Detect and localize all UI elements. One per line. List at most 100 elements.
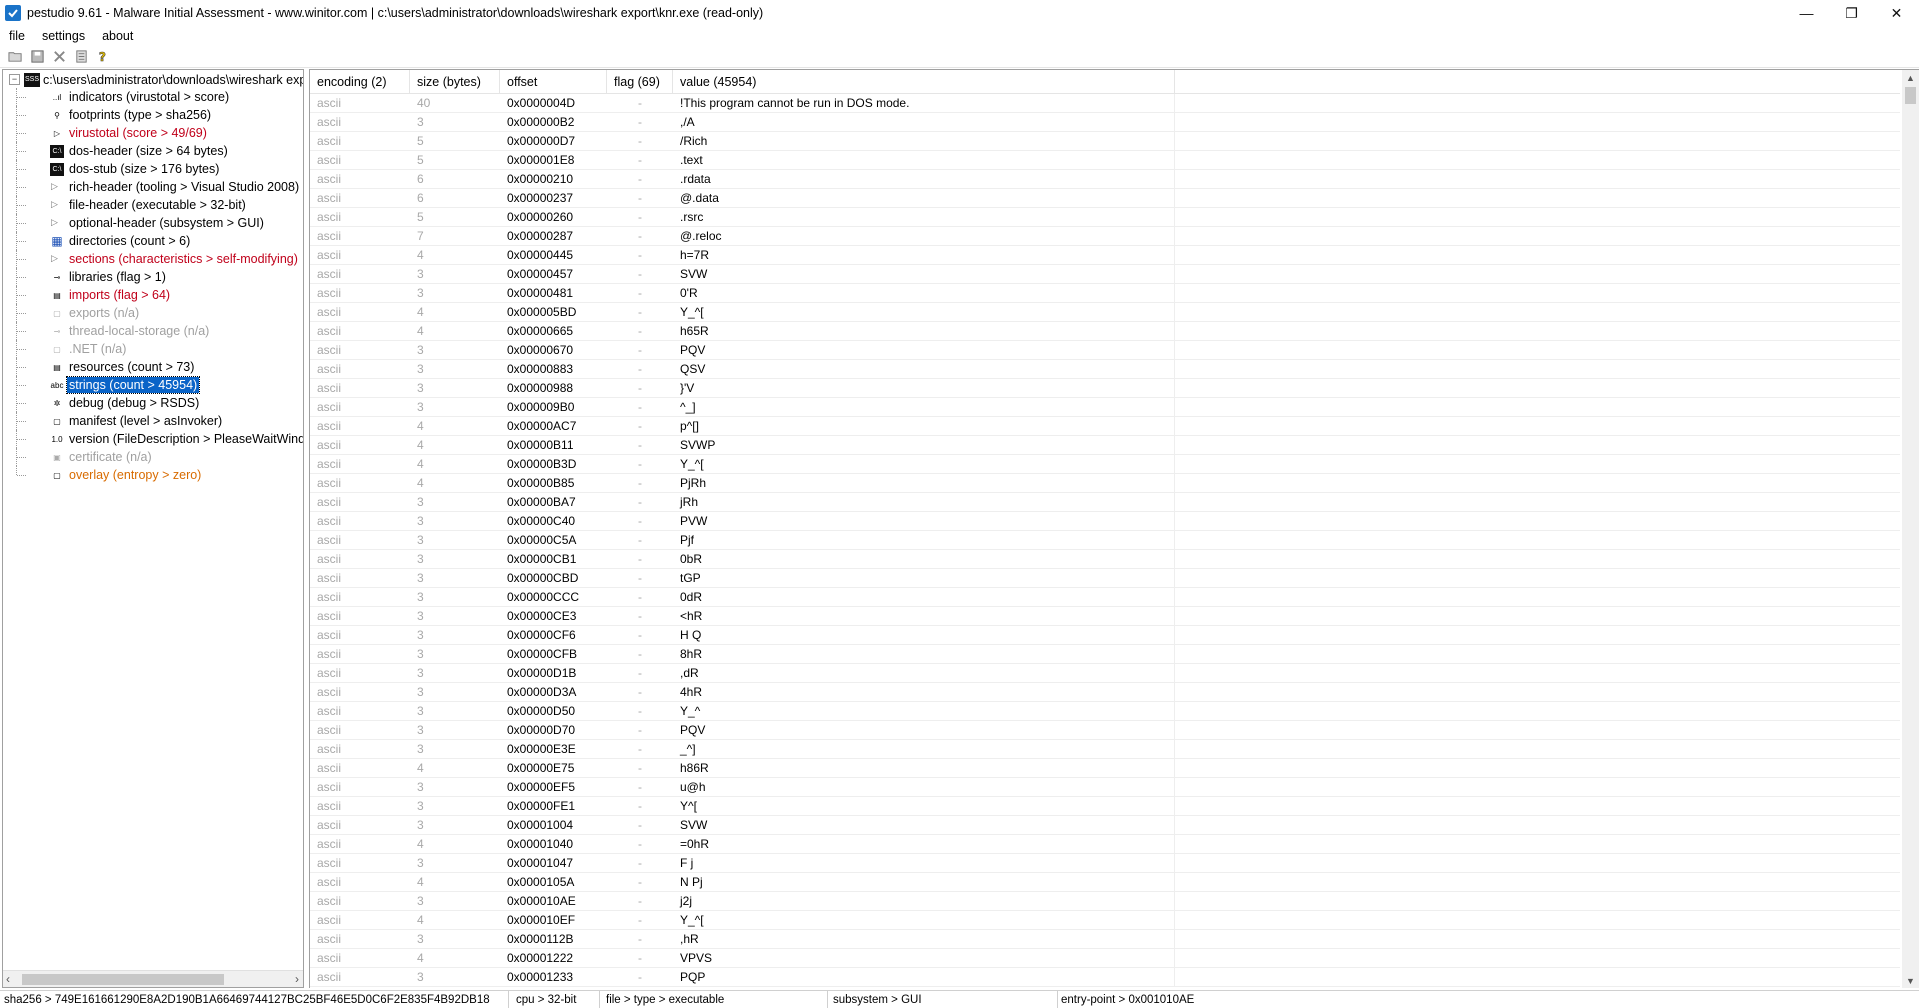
table-row[interactable]: ascii 3 0x00000670 - PQV bbox=[310, 341, 1900, 360]
scroll-left-icon[interactable]: ‹ bbox=[6, 972, 10, 986]
table-row[interactable]: ascii 3 0x00000CE3 - <hR bbox=[310, 607, 1900, 626]
scroll-up-icon[interactable]: ▲ bbox=[1906, 73, 1915, 83]
tree-item[interactable]: ⊸ libraries (flag > 1) bbox=[3, 268, 303, 286]
menu-settings[interactable]: settings bbox=[33, 29, 93, 43]
tree-root[interactable]: − SSS c:\users\administrator\downloads\w… bbox=[9, 71, 303, 88]
column-header-flag[interactable]: flag (69) bbox=[607, 70, 673, 94]
tree-item[interactable]: ▤ resources (count > 73) bbox=[3, 358, 303, 376]
table-row[interactable]: ascii 3 0x00001233 - PQP bbox=[310, 968, 1900, 987]
tree-item[interactable]: ▢ overlay (entropy > zero) bbox=[3, 466, 303, 484]
tree-item[interactable]: ▷ optional-header (subsystem > GUI) bbox=[3, 214, 303, 232]
table-row[interactable]: ascii 4 0x000010EF - Y_^[ bbox=[310, 911, 1900, 930]
table-row[interactable]: ascii 5 0x000001E8 - .text bbox=[310, 151, 1900, 170]
table-row[interactable]: ascii 3 0x00000457 - SVW bbox=[310, 265, 1900, 284]
tree-horizontal-scrollbar[interactable]: ‹ › bbox=[3, 970, 303, 987]
table-row[interactable]: ascii 3 0x00000E3E - _^] bbox=[310, 740, 1900, 759]
column-header-offset[interactable]: offset bbox=[500, 70, 607, 94]
table-row[interactable]: ascii 4 0x00001040 - =0hR bbox=[310, 835, 1900, 854]
tree-item[interactable]: ⚲ footprints (type > sha256) bbox=[3, 106, 303, 124]
table-row[interactable]: ascii 5 0x000000D7 - /Rich bbox=[310, 132, 1900, 151]
scroll-down-icon[interactable]: ▼ bbox=[1906, 976, 1915, 986]
table-row[interactable]: ascii 3 0x00000CBD - tGP bbox=[310, 569, 1900, 588]
table-row[interactable]: ascii 3 0x00000D70 - PQV bbox=[310, 721, 1900, 740]
tree-item[interactable]: ▢ manifest (level > asInvoker) bbox=[3, 412, 303, 430]
table-vertical-scrollbar[interactable]: ▲ ▼ bbox=[1902, 70, 1919, 988]
tree-item[interactable]: ▤ imports (flag > 64) bbox=[3, 286, 303, 304]
table-row[interactable]: ascii 5 0x00000260 - .rsrc bbox=[310, 208, 1900, 227]
help-icon[interactable]: ? bbox=[92, 47, 114, 67]
close-file-icon[interactable] bbox=[48, 47, 70, 67]
table-row[interactable]: ascii 3 0x00000CF6 - H Q bbox=[310, 626, 1900, 645]
tree-item[interactable]: 1.0 version (FileDescription > PleaseWait… bbox=[3, 430, 303, 448]
table-row[interactable]: ascii 3 0x00000CB1 - 0bR bbox=[310, 550, 1900, 569]
menu-file[interactable]: file bbox=[0, 29, 33, 43]
tree-item[interactable]: C:\ dos-stub (size > 176 bytes) bbox=[3, 160, 303, 178]
column-header-encoding[interactable]: encoding (2) bbox=[310, 70, 410, 94]
table-row[interactable]: ascii 6 0x00000210 - .rdata bbox=[310, 170, 1900, 189]
open-icon[interactable] bbox=[4, 47, 26, 67]
table-row[interactable]: ascii 3 0x00000481 - 0'R bbox=[310, 284, 1900, 303]
table-row[interactable]: ascii 3 0x000010AE - j2j bbox=[310, 892, 1900, 911]
table-row[interactable]: ascii 3 0x00001004 - SVW bbox=[310, 816, 1900, 835]
table-row[interactable]: ascii 3 0x00000D3A - 4hR bbox=[310, 683, 1900, 702]
column-header-value[interactable]: value (45954) bbox=[673, 70, 1175, 94]
tree-item[interactable]: C:\ dos-header (size > 64 bytes) bbox=[3, 142, 303, 160]
table-row[interactable]: ascii 3 0x00000D1B - ,dR bbox=[310, 664, 1900, 683]
table-row[interactable]: ascii 3 0x00000988 -}'V bbox=[310, 379, 1900, 398]
tree-item[interactable]: ▷ virustotal (score > 49/69) bbox=[3, 124, 303, 142]
table-row[interactable]: ascii 3 0x00000EF5 - u@h bbox=[310, 778, 1900, 797]
expand-chevron-icon[interactable]: ▷ bbox=[51, 253, 58, 264]
table-row[interactable]: ascii 7 0x00000287 - @.reloc bbox=[310, 227, 1900, 246]
table-row[interactable]: ascii 3 0x00000CFB - 8hR bbox=[310, 645, 1900, 664]
table-row[interactable]: ascii 3 0x00000883 - QSV bbox=[310, 360, 1900, 379]
table-row[interactable]: ascii 3 0x0000112B - ,hR bbox=[310, 930, 1900, 949]
scroll-thumb[interactable] bbox=[1905, 87, 1916, 104]
table-row[interactable]: ascii 4 0x0000105A - N Pj bbox=[310, 873, 1900, 892]
table-row[interactable]: ascii 3 0x000009B0 - ^_] bbox=[310, 398, 1900, 417]
tree-item[interactable]: ⊸ thread-local-storage (n/a) bbox=[3, 322, 303, 340]
table-row[interactable]: ascii 3 0x00001047 - F j bbox=[310, 854, 1900, 873]
copy-icon[interactable] bbox=[70, 47, 92, 67]
table-row[interactable]: ascii 3 0x00000C40 - PVW bbox=[310, 512, 1900, 531]
tree-item[interactable]: ▷ file-header (executable > 32-bit) bbox=[3, 196, 303, 214]
table-row[interactable]: ascii 4 0x00000B11 - SVWP bbox=[310, 436, 1900, 455]
table-row[interactable]: ascii 4 0x00000B3D - Y_^[ bbox=[310, 455, 1900, 474]
table-row[interactable]: ascii 3 0x00000BA7 - jRh bbox=[310, 493, 1900, 512]
table-row[interactable]: ascii 40 0x0000004D - !This program cannot b… bbox=[310, 94, 1900, 113]
table-row[interactable]: ascii 3 0x00000CCC - 0dR bbox=[310, 588, 1900, 607]
minimize-button[interactable]: — bbox=[1784, 0, 1829, 26]
tree-item[interactable]: ▢ .NET (n/a) bbox=[3, 340, 303, 358]
tree-item[interactable]: ▢ exports (n/a) bbox=[3, 304, 303, 322]
table-row[interactable]: ascii 3 0x00000C5A - Pjf bbox=[310, 531, 1900, 550]
tree-item[interactable]: ..ıl indicators (virustotal > score) bbox=[3, 88, 303, 106]
table-row[interactable]: ascii 4 0x00000AC7 - p^[] bbox=[310, 417, 1900, 436]
expand-chevron-icon[interactable]: ▷ bbox=[51, 217, 58, 228]
tree-item[interactable]: ✲ debug (debug > RSDS) bbox=[3, 394, 303, 412]
table-row[interactable]: ascii 4 0x00000665 - h65R bbox=[310, 322, 1900, 341]
table-row[interactable]: ascii 4 0x00000B85 - PjRh bbox=[310, 474, 1900, 493]
tree-item[interactable]: ▷ sections (characteristics > self-modify… bbox=[3, 250, 303, 268]
column-header-size[interactable]: size (bytes) bbox=[410, 70, 500, 94]
collapse-icon[interactable]: − bbox=[9, 74, 20, 85]
save-icon[interactable] bbox=[26, 47, 48, 67]
scroll-thumb[interactable] bbox=[22, 974, 224, 985]
tree-item[interactable]: abc strings (count > 45954) bbox=[3, 376, 303, 394]
close-button[interactable]: ✕ bbox=[1874, 0, 1919, 26]
table-row[interactable]: ascii 6 0x00000237 - @.data bbox=[310, 189, 1900, 208]
menu-about[interactable]: about bbox=[93, 29, 141, 43]
cell-offset: 0x0000105A bbox=[507, 875, 575, 889]
expand-chevron-icon[interactable]: ▷ bbox=[51, 181, 58, 192]
table-row[interactable]: ascii 3 0x00000D50 - Y_^ bbox=[310, 702, 1900, 721]
table-row[interactable]: ascii 3 0x000000B2 - ,/A bbox=[310, 113, 1900, 132]
table-row[interactable]: ascii 4 0x00000445 - h=7R bbox=[310, 246, 1900, 265]
tree-item[interactable]: ▦ directories (count > 6) bbox=[3, 232, 303, 250]
restore-button[interactable]: ❐ bbox=[1829, 0, 1874, 26]
table-row[interactable]: ascii 3 0x00000FE1 - Y^[ bbox=[310, 797, 1900, 816]
table-row[interactable]: ascii 4 0x00001222 - VPVS bbox=[310, 949, 1900, 968]
expand-chevron-icon[interactable]: ▷ bbox=[51, 199, 58, 210]
scroll-right-icon[interactable]: › bbox=[295, 972, 299, 986]
table-row[interactable]: ascii 4 0x00000E75 - h86R bbox=[310, 759, 1900, 778]
tree-item[interactable]: ▷ rich-header (tooling > Visual Studio 20… bbox=[3, 178, 303, 196]
tree-item[interactable]: ▣ certificate (n/a) bbox=[3, 448, 303, 466]
table-row[interactable]: ascii 4 0x000005BD - Y_^[ bbox=[310, 303, 1900, 322]
